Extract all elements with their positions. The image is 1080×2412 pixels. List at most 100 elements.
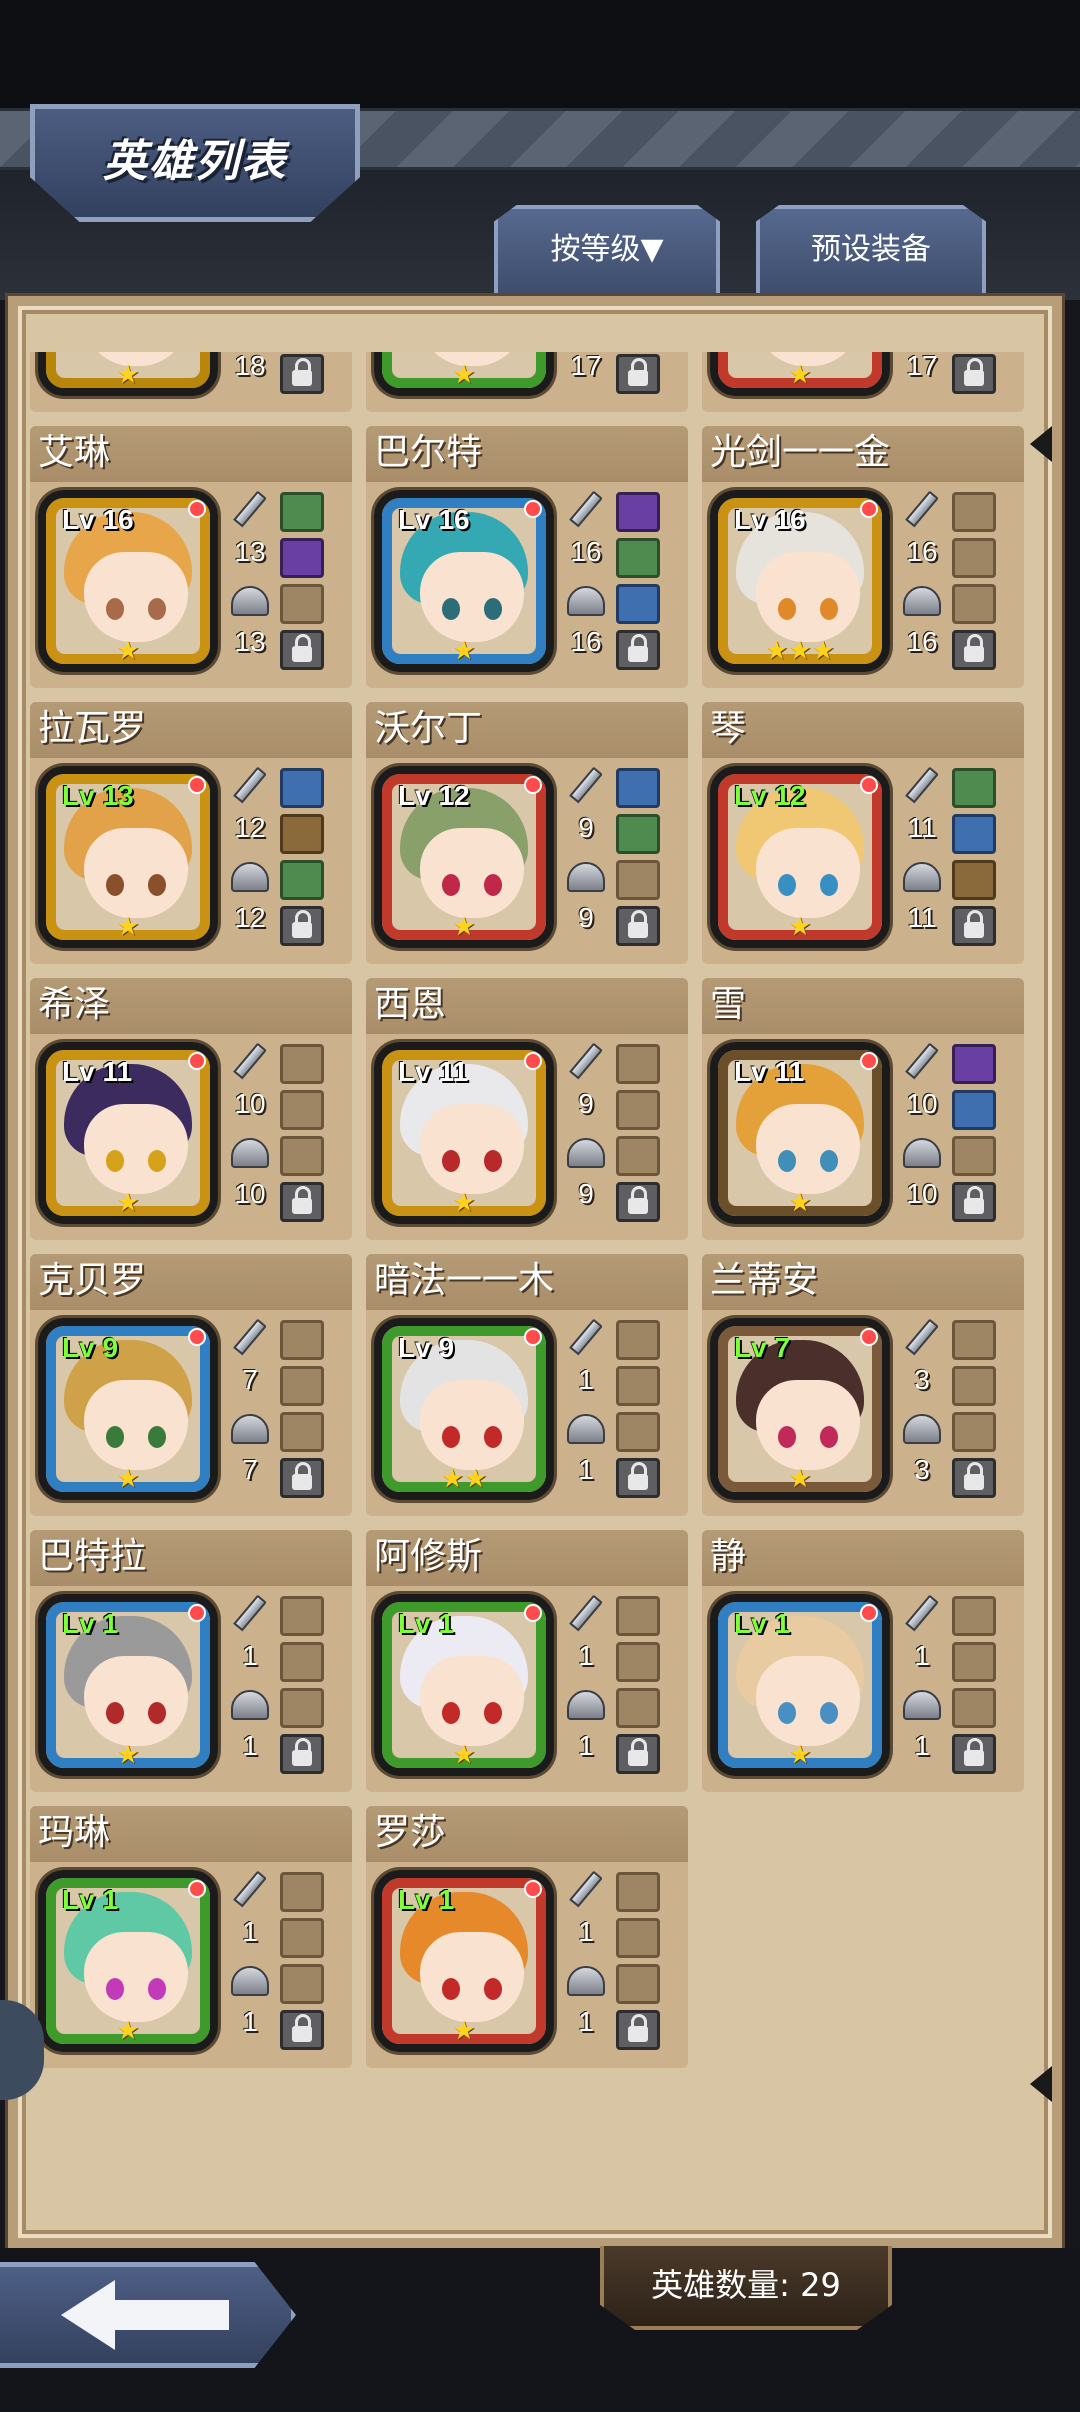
hero-portrait[interactable]: Lv 19 ★	[38, 352, 218, 396]
hero-portrait[interactable]: Lv 12 ★	[374, 766, 554, 948]
lock-button[interactable]	[616, 630, 660, 670]
hero-card[interactable]: 暗法一一木 Lv 9 ★★ 1 1	[366, 1254, 688, 1516]
equipment-slot[interactable]	[280, 538, 324, 578]
hero-card[interactable]: 巴特拉 Lv 1 ★ 1 1	[30, 1530, 352, 1792]
equipment-slot[interactable]	[280, 1090, 324, 1130]
hero-card[interactable]: 阿修斯 Lv 1 ★ 1 1	[366, 1530, 688, 1792]
hero-portrait[interactable]: Lv 7 ★	[710, 1318, 890, 1500]
equipment-slot[interactable]	[280, 1320, 324, 1360]
lock-button[interactable]	[952, 1458, 996, 1498]
equipment-slot[interactable]	[952, 538, 996, 578]
equipment-slot[interactable]	[952, 1320, 996, 1360]
hero-portrait[interactable]: Lv 13 ★	[38, 766, 218, 948]
equipment-slot[interactable]	[616, 1090, 660, 1130]
hero-card[interactable]: 玛琳 Lv 1 ★ 1 1	[30, 1806, 352, 2068]
lock-button[interactable]	[280, 1734, 324, 1774]
hero-portrait[interactable]: Lv 12 ★	[710, 766, 890, 948]
hero-portrait[interactable]: Lv 11 ★	[710, 1042, 890, 1224]
equipment-slot[interactable]	[616, 768, 660, 808]
lock-button[interactable]	[952, 354, 996, 394]
equipment-slot[interactable]	[280, 1642, 324, 1682]
hero-card[interactable]: 罗莎 Lv 1 ★ 1 1	[366, 1806, 688, 2068]
lock-button[interactable]	[616, 906, 660, 946]
equipment-slot[interactable]	[616, 1136, 660, 1176]
equipment-slot[interactable]	[280, 860, 324, 900]
hero-portrait[interactable]: Lv 1 ★	[38, 1594, 218, 1776]
lock-button[interactable]	[616, 1458, 660, 1498]
equipment-slot[interactable]	[280, 1918, 324, 1958]
equipment-slot[interactable]	[616, 1688, 660, 1728]
equipment-slot[interactable]	[280, 814, 324, 854]
lock-button[interactable]	[616, 354, 660, 394]
hero-card[interactable]: 克贝罗 Lv 9 ★ 7 7	[30, 1254, 352, 1516]
lock-button[interactable]	[952, 1734, 996, 1774]
equipment-slot[interactable]	[616, 538, 660, 578]
equipment-slot[interactable]	[280, 1366, 324, 1406]
equipment-slot[interactable]	[280, 1688, 324, 1728]
hero-card[interactable]: 光剑一一金 Lv 16 ★★★ 16 16	[702, 426, 1024, 688]
lock-button[interactable]	[616, 1734, 660, 1774]
lock-button[interactable]	[616, 1182, 660, 1222]
hero-card[interactable]: 沃尔丁 Lv 12 ★ 9 9	[366, 702, 688, 964]
lock-button[interactable]	[952, 630, 996, 670]
hero-card[interactable]: 希泽 Lv 11 ★ 10 10	[30, 978, 352, 1240]
lock-button[interactable]	[280, 1182, 324, 1222]
equipment-slot[interactable]	[616, 1642, 660, 1682]
equipment-slot[interactable]	[952, 1366, 996, 1406]
hero-portrait[interactable]: Lv 9 ★	[38, 1318, 218, 1500]
equipment-slot[interactable]	[280, 1964, 324, 2004]
hero-card[interactable]: 兰蒂安 Lv 7 ★ 3 3	[702, 1254, 1024, 1516]
equipment-slot[interactable]	[280, 584, 324, 624]
hero-card[interactable]: 巴尔特 Lv 16 ★ 16 16	[366, 426, 688, 688]
hero-portrait[interactable]: Lv 16 ★	[374, 490, 554, 672]
equipment-slot[interactable]	[952, 814, 996, 854]
equipment-slot[interactable]	[280, 1872, 324, 1912]
hero-list-scroll-area[interactable]: Lv 19 ★ 18 18 Lv 17	[30, 352, 1040, 2204]
equipment-slot[interactable]	[280, 492, 324, 532]
hero-portrait[interactable]: Lv 17 ★	[710, 352, 890, 396]
equipment-slot[interactable]	[952, 1044, 996, 1084]
equipment-slot[interactable]	[280, 1596, 324, 1636]
lock-button[interactable]	[280, 2010, 324, 2050]
back-button[interactable]	[0, 2262, 296, 2368]
hero-portrait[interactable]: Lv 1 ★	[374, 1870, 554, 2052]
lock-button[interactable]	[280, 906, 324, 946]
hero-card[interactable]: Lv 17 ★ 17 17	[366, 352, 688, 412]
equipment-slot[interactable]	[952, 1090, 996, 1130]
equipment-slot[interactable]	[280, 1412, 324, 1452]
hero-portrait[interactable]: Lv 11 ★	[38, 1042, 218, 1224]
equipment-slot[interactable]	[280, 1044, 324, 1084]
lock-button[interactable]	[280, 1458, 324, 1498]
sort-by-level-button[interactable]: 按等级▼	[494, 205, 720, 297]
hero-card[interactable]: 艾琳 Lv 16 ★ 13 13	[30, 426, 352, 688]
hero-portrait[interactable]: Lv 16 ★★★	[710, 490, 890, 672]
hero-card[interactable]: 拉瓦罗 Lv 13 ★ 12 12	[30, 702, 352, 964]
hero-card[interactable]: Lv 17 ★ 17 17	[702, 352, 1024, 412]
equipment-slot[interactable]	[616, 1918, 660, 1958]
hero-portrait[interactable]: Lv 1 ★	[374, 1594, 554, 1776]
hero-portrait[interactable]: Lv 1 ★	[710, 1594, 890, 1776]
equipment-slot[interactable]	[952, 1412, 996, 1452]
hero-card[interactable]: 琴 Lv 12 ★ 11 11	[702, 702, 1024, 964]
lock-button[interactable]	[280, 354, 324, 394]
hero-card[interactable]: 西恩 Lv 11 ★ 9 9	[366, 978, 688, 1240]
equipment-slot[interactable]	[616, 1320, 660, 1360]
equipment-slot[interactable]	[952, 1642, 996, 1682]
equipment-slot[interactable]	[616, 860, 660, 900]
hero-portrait[interactable]: Lv 11 ★	[374, 1042, 554, 1224]
equipment-slot[interactable]	[616, 1964, 660, 2004]
lock-button[interactable]	[952, 906, 996, 946]
equipment-slot[interactable]	[952, 492, 996, 532]
hero-card[interactable]: Lv 19 ★ 18 18	[30, 352, 352, 412]
lock-button[interactable]	[616, 2010, 660, 2050]
hero-portrait[interactable]: Lv 9 ★★	[374, 1318, 554, 1500]
equipment-slot[interactable]	[280, 768, 324, 808]
hero-portrait[interactable]: Lv 16 ★	[38, 490, 218, 672]
equipment-slot[interactable]	[952, 584, 996, 624]
equipment-slot[interactable]	[616, 1366, 660, 1406]
hero-portrait[interactable]: Lv 1 ★	[38, 1870, 218, 2052]
hero-card[interactable]: 静 Lv 1 ★ 1 1	[702, 1530, 1024, 1792]
hero-portrait[interactable]: Lv 17 ★	[374, 352, 554, 396]
equipment-slot[interactable]	[952, 1596, 996, 1636]
hero-card[interactable]: 雪 Lv 11 ★ 10 10	[702, 978, 1024, 1240]
